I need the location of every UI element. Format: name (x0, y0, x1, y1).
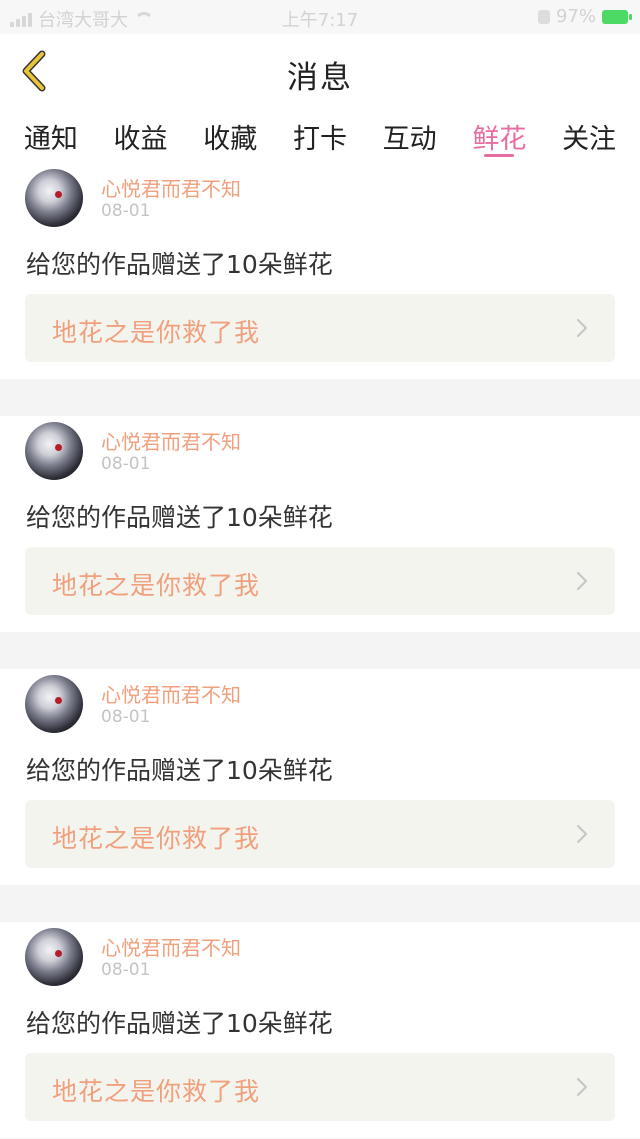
chevron-right-icon (576, 571, 588, 591)
notification-date: 08-01 (101, 960, 151, 980)
notification-card: 心悦君而君不知 08-01 给您的作品赠送了10朵鲜花 地花之是你救了我 (0, 669, 640, 885)
notification-message: 给您的作品赠送了10朵鲜花 (26, 503, 333, 532)
status-bar: 台湾大哥大 上午7:17 97% (0, 0, 640, 34)
chevron-right-icon (576, 824, 588, 844)
notification-date: 08-01 (101, 707, 151, 727)
notification-message: 给您的作品赠送了10朵鲜花 (26, 1009, 333, 1038)
work-link[interactable]: 地花之是你救了我 (25, 547, 615, 615)
nav-bar: 消息 (0, 34, 640, 109)
notification-date: 08-01 (101, 454, 151, 474)
notification-message: 给您的作品赠送了10朵鲜花 (26, 756, 333, 785)
sender-name[interactable]: 心悦君而君不知 (101, 426, 241, 455)
avatar[interactable] (25, 169, 83, 227)
sender-name[interactable]: 心悦君而君不知 (101, 173, 241, 202)
tab-flowers[interactable]: 鲜花 (472, 108, 526, 163)
work-link[interactable]: 地花之是你救了我 (25, 294, 615, 362)
sender-name[interactable]: 心悦君而君不知 (101, 932, 241, 961)
tab-notice[interactable]: 通知 (24, 108, 78, 163)
battery-charging-icon (602, 9, 632, 24)
chevron-right-icon (576, 1077, 588, 1097)
work-link[interactable]: 地花之是你救了我 (25, 1053, 615, 1121)
sender-name[interactable]: 心悦君而君不知 (101, 679, 241, 708)
notification-card: 心悦君而君不知 08-01 给您的作品赠送了10朵鲜花 地花之是你救了我 (0, 163, 640, 379)
notification-list: 心悦君而君不知 08-01 给您的作品赠送了10朵鲜花 地花之是你救了我 心悦君… (0, 163, 640, 1139)
notification-message: 给您的作品赠送了10朵鲜花 (26, 250, 333, 279)
chevron-right-icon (576, 318, 588, 338)
notification-card: 心悦君而君不知 08-01 给您的作品赠送了10朵鲜花 地花之是你救了我 (0, 416, 640, 632)
avatar[interactable] (25, 675, 83, 733)
battery-percent: 97% (555, 6, 596, 27)
work-title: 地花之是你救了我 (52, 318, 261, 347)
page-title: 消息 (287, 60, 353, 96)
tab-interaction[interactable]: 互动 (383, 108, 437, 163)
avatar[interactable] (25, 928, 83, 986)
lock-rotation-icon (537, 9, 550, 24)
notification-card: 心悦君而君不知 08-01 给您的作品赠送了10朵鲜花 地花之是你救了我 (0, 922, 640, 1138)
notification-date: 08-01 (101, 201, 151, 221)
work-title: 地花之是你救了我 (52, 824, 261, 853)
avatar[interactable] (25, 422, 83, 480)
screen: 台湾大哥大 上午7:17 97% 消息 通知 收益 收藏 打卡 互动 鲜花 关注 (0, 0, 640, 1139)
work-title: 地花之是你救了我 (52, 1077, 261, 1106)
tab-checkin[interactable]: 打卡 (293, 108, 347, 163)
tab-favorites[interactable]: 收藏 (203, 108, 257, 163)
tab-follow[interactable]: 关注 (562, 108, 616, 163)
status-right: 97% (537, 6, 632, 27)
work-link[interactable]: 地花之是你救了我 (25, 800, 615, 868)
tab-earnings[interactable]: 收益 (114, 108, 168, 163)
work-title: 地花之是你救了我 (52, 571, 261, 600)
tab-bar: 通知 收益 收藏 打卡 互动 鲜花 关注 (0, 108, 640, 163)
